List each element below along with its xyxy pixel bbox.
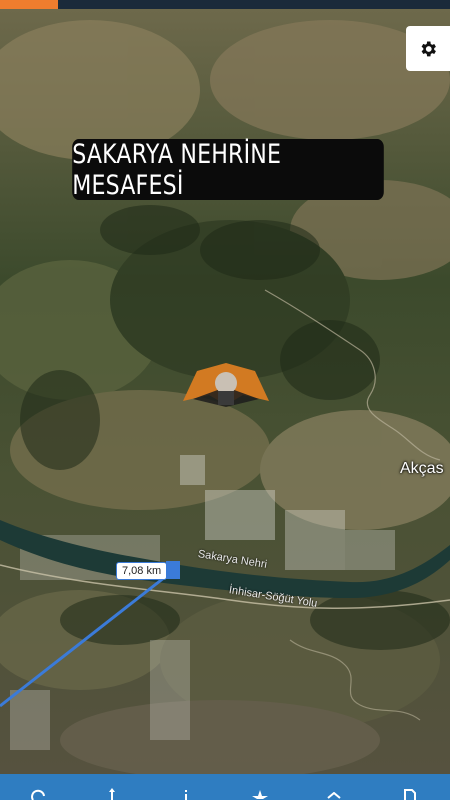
distance-label: 7,08 km bbox=[116, 562, 168, 580]
settings-button[interactable] bbox=[406, 26, 450, 71]
share-icon[interactable] bbox=[314, 774, 354, 800]
refresh-icon[interactable] bbox=[18, 774, 58, 800]
top-accent-bar bbox=[0, 0, 58, 9]
route-icon[interactable] bbox=[92, 774, 132, 800]
bottom-nav-bar bbox=[0, 774, 450, 800]
document-icon[interactable] bbox=[390, 774, 430, 800]
star-icon[interactable] bbox=[240, 774, 280, 800]
user-avatar-marker[interactable] bbox=[183, 361, 269, 421]
page-title: SAKARYA NEHRİNE MESAFESİ bbox=[72, 139, 384, 201]
distance-endpoint-marker bbox=[166, 561, 180, 579]
top-status-bar bbox=[0, 0, 450, 9]
info-icon[interactable] bbox=[166, 774, 206, 800]
gear-icon bbox=[421, 41, 436, 56]
place-label-akcas: Akças bbox=[400, 460, 444, 477]
